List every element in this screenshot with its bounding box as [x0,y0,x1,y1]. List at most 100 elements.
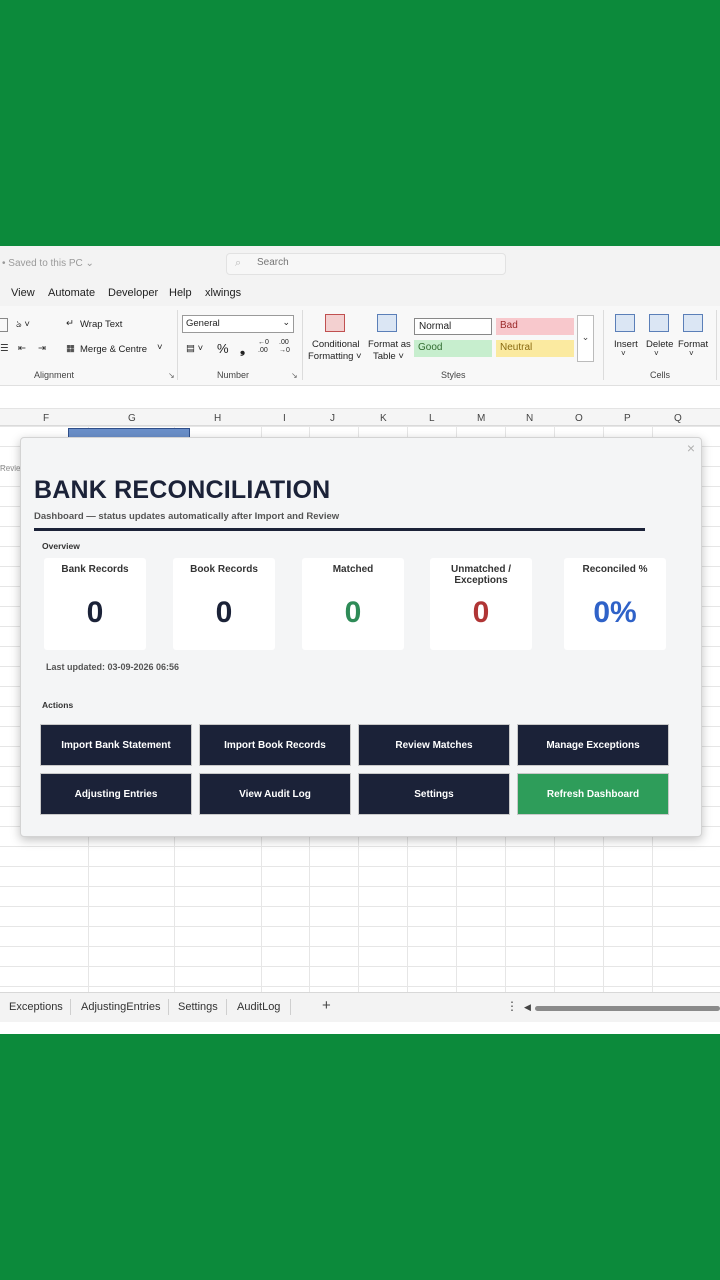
format-cells-icon[interactable] [683,314,703,332]
more-options-icon[interactable]: ⋮ [506,999,518,1013]
menu-automate[interactable]: Automate [48,287,95,299]
column-header-f[interactable]: F [43,413,49,424]
ribbon-divider [716,310,717,380]
accounting-format-icon[interactable]: ▤ ˅ [186,343,203,354]
style-bad[interactable]: Bad [496,318,574,335]
menu-help[interactable]: Help [169,287,192,299]
menu-xlwings[interactable]: xlwings [205,287,241,299]
delete-cells-icon[interactable] [649,314,669,332]
horizontal-scrollbar[interactable] [535,1006,720,1011]
number-group-label: Number [217,370,250,380]
dialog-subtitle: Dashboard — status updates automatically… [34,511,340,522]
column-header-l[interactable]: L [429,413,435,424]
alignment-launcher-icon[interactable]: ↘ [168,371,175,380]
sheet-tab-audit-log[interactable]: AuditLog [237,1001,280,1013]
actions-label: Actions [42,700,74,710]
card-label: Matched [332,564,374,575]
style-normal[interactable]: Normal [414,318,492,335]
cells-group-label: Cells [650,370,671,380]
chevron-down-icon[interactable]: ˅ [689,349,694,358]
indent-icon[interactable]: ☰ [0,343,9,354]
comma-button[interactable]: ❟ [240,341,245,357]
import-bank-statement-button[interactable]: Import Bank Statement [40,724,192,766]
column-header-g[interactable]: G [128,413,136,424]
delete-button[interactable]: Delete [646,339,673,350]
column-header-j[interactable]: J [330,413,335,424]
search-box[interactable]: ⌕ [226,253,506,275]
sheet-tab-adjusting-entries[interactable]: AdjustingEntries [81,1001,161,1013]
wrap-text-icon[interactable]: ↵ [66,318,74,329]
status-strip [0,1022,720,1034]
review-matches-button[interactable]: Review Matches [358,724,510,766]
merge-centre-button[interactable]: Merge & Centre [80,344,147,355]
menu-bar: View Automate Developer Help xlwings [0,282,720,306]
sheet-tab-settings[interactable]: Settings [178,1001,218,1013]
number-format-select[interactable]: General ⌄ [182,315,294,333]
style-neutral[interactable]: Neutral [496,340,574,357]
column-header-i[interactable]: I [283,413,286,424]
column-header-h[interactable]: H [214,413,221,424]
format-as-table-icon[interactable] [377,314,397,332]
merge-icon[interactable]: ▦ [66,343,75,354]
menu-view[interactable]: View [11,287,35,299]
view-audit-log-button[interactable]: View Audit Log [199,773,351,815]
format-as-table-label-2[interactable]: Table ˅ [373,351,404,362]
column-header-q[interactable]: Q [674,413,682,424]
orientation-icon[interactable]: ঌ ˅ [16,318,30,333]
scroll-left-icon[interactable]: ◀ [524,1002,531,1013]
manage-exceptions-button[interactable]: Manage Exceptions [517,724,669,766]
decrease-indent-icon[interactable]: ⇤ [18,343,26,354]
ribbon-divider [177,310,178,380]
close-icon[interactable]: × [687,440,695,456]
sheet-tabs: Exceptions AdjustingEntries Settings Aud… [0,992,720,1022]
styles-more-icon[interactable]: ⌄ [577,315,594,362]
ribbon-divider [603,310,604,380]
conditional-formatting-icon[interactable] [325,314,345,332]
column-header-o[interactable]: O [575,413,583,424]
card-label: Bank Records [61,564,129,575]
column-header-p[interactable]: P [624,413,631,424]
card-matched: Matched 0 [302,558,404,650]
column-headers: F G H I J K L M N O P Q [0,408,720,426]
refresh-dashboard-button[interactable]: Refresh Dashboard [517,773,669,815]
percent-button[interactable]: % [217,341,229,356]
card-value: 0% [593,596,637,629]
merge-dropdown-icon[interactable]: ˅ [157,342,163,353]
wrap-text-button[interactable]: Wrap Text [80,319,122,330]
import-book-records-button[interactable]: Import Book Records [199,724,351,766]
format-as-table-label-1[interactable]: Format as [368,339,411,350]
card-value: 0 [86,596,104,629]
column-header-k[interactable]: K [380,413,387,424]
styles-group-label: Styles [441,370,466,380]
decrease-decimal-button[interactable]: .00 →0 [279,339,295,355]
conditional-formatting-label-2[interactable]: Formatting ˅ [308,351,362,362]
increase-indent-icon[interactable]: ⇥ [38,343,46,354]
card-label: Book Records [190,564,258,575]
card-reconciled-percent: Reconciled % 0% [564,558,666,650]
last-updated: Last updated: 03-09-2026 06:56 [46,662,180,672]
search-input[interactable] [257,257,457,268]
insert-cells-icon[interactable] [615,314,635,332]
align-left-icon[interactable] [0,318,8,332]
menu-developer[interactable]: Developer [108,287,158,299]
sheet-tab-exceptions[interactable]: Exceptions [9,1001,63,1013]
settings-button[interactable]: Settings [358,773,510,815]
card-book-records: Book Records 0 [173,558,275,650]
chevron-down-icon[interactable]: ˅ [621,349,626,358]
card-value: 0 [215,596,233,629]
tab-divider [168,999,169,1015]
column-header-n[interactable]: N [526,413,533,424]
chevron-down-icon[interactable]: ˅ [654,349,659,358]
add-sheet-icon[interactable]: + [322,997,331,1014]
card-label: Reconciled % [582,564,648,575]
conditional-formatting-label-1[interactable]: Conditional [312,339,360,350]
style-good[interactable]: Good [414,340,492,357]
adjusting-entries-button[interactable]: Adjusting Entries [40,773,192,815]
card-unmatched-exceptions: Unmatched / Exceptions 0 [430,558,532,650]
column-header-m[interactable]: M [477,413,485,424]
overview-label: Overview [42,541,80,551]
number-launcher-icon[interactable]: ↘ [291,371,298,380]
cell-text-fragment: Revie [0,464,21,473]
save-status[interactable]: • Saved to this PC ⌄ [2,258,94,269]
increase-decimal-button[interactable]: ←0 .00 [258,339,274,355]
